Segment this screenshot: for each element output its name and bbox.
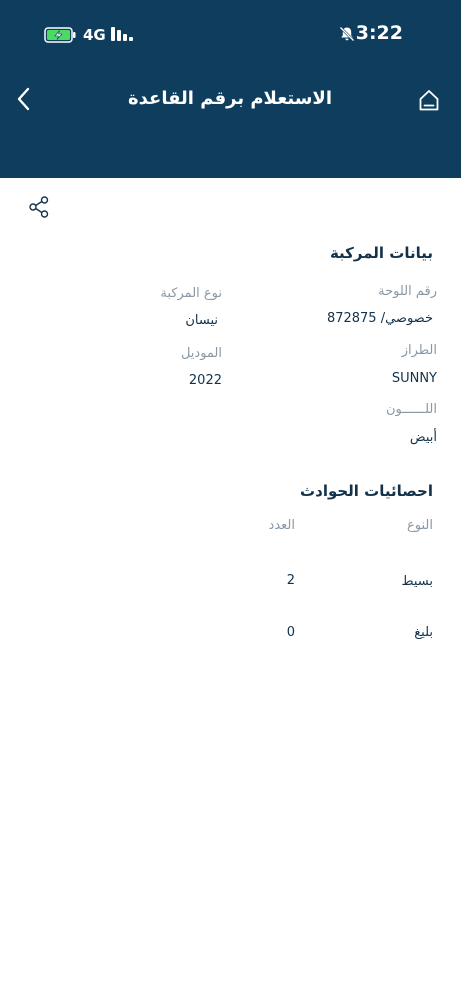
year-value: 2022 bbox=[188, 373, 222, 388]
accident-count-cell: 0 bbox=[286, 625, 295, 640]
app-header: 4G 3:22 الاستعلام برقم القاعدة bbox=[0, 0, 461, 178]
bell-muted-icon bbox=[339, 26, 355, 42]
accident-type-cell: بسيط bbox=[401, 574, 433, 589]
vehicle-type-label: نوع المركبة bbox=[160, 286, 222, 301]
plate-value: خصوصي/ 872875 bbox=[326, 311, 433, 326]
vehicle-data-title: بيانات المركبة bbox=[329, 244, 433, 262]
status-time: 3:22 bbox=[355, 22, 403, 44]
battery-charging-icon bbox=[44, 27, 76, 43]
accident-type-cell: بليغ bbox=[414, 625, 433, 640]
network-type: 4G bbox=[83, 26, 106, 44]
home-icon[interactable] bbox=[418, 88, 440, 112]
color-value: أبيض bbox=[409, 430, 437, 445]
status-bar: 4G 3:22 bbox=[0, 20, 461, 50]
page-title: الاستعلام برقم القاعدة bbox=[128, 88, 332, 109]
accident-stats-title: احصائيات الحوادث bbox=[300, 482, 433, 500]
color-label: اللــــــون bbox=[386, 402, 437, 417]
type-column-header: النوع bbox=[407, 518, 433, 533]
count-column-header: العدد bbox=[268, 518, 295, 533]
back-chevron-icon[interactable] bbox=[14, 86, 34, 112]
accident-count-cell: 2 bbox=[286, 573, 295, 588]
year-label: الموديل bbox=[180, 346, 222, 361]
vehicle-type-value: نيسان bbox=[185, 313, 218, 328]
signal-strength-icon bbox=[111, 27, 133, 41]
share-icon[interactable] bbox=[28, 195, 50, 219]
plate-label: رقم اللوحة bbox=[378, 284, 437, 299]
model-value: SUNNY bbox=[391, 371, 437, 386]
model-label: الطراز bbox=[401, 343, 437, 358]
